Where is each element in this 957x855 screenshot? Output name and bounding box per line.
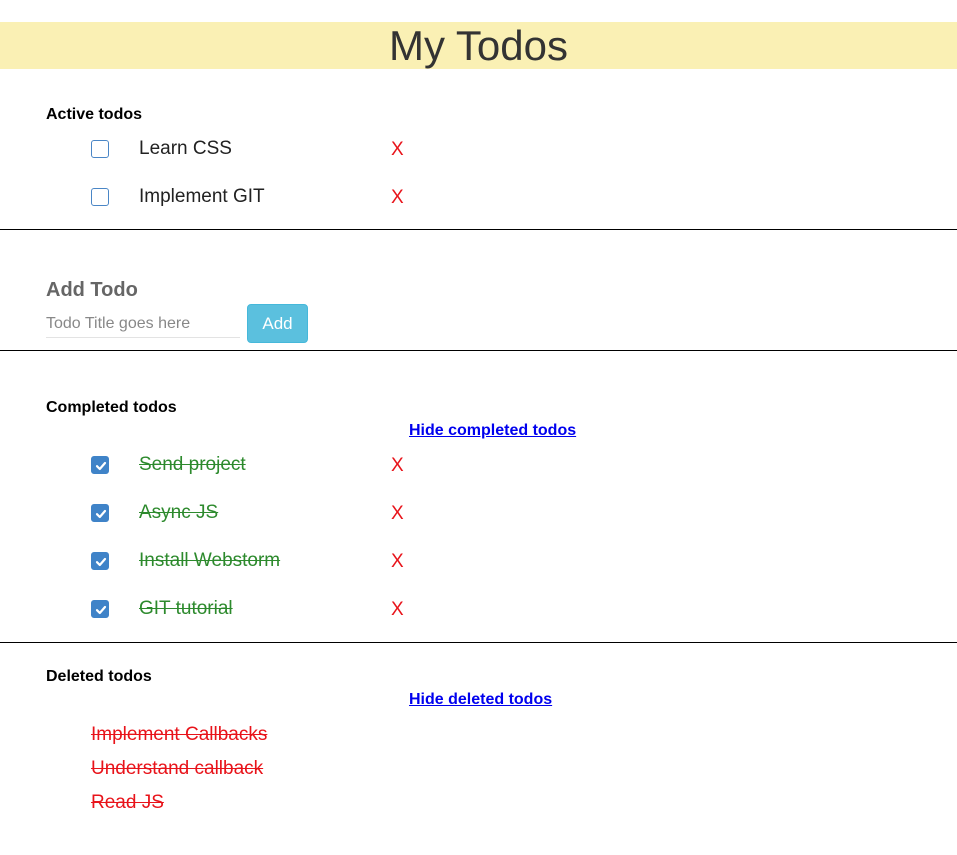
deleted-todo-item: Implement Callbacks: [91, 724, 268, 745]
check-icon: [95, 509, 107, 519]
completed-todo-item: Send project X: [0, 451, 957, 481]
todo-title: Async JS: [139, 502, 219, 523]
section-divider: [0, 229, 957, 230]
todo-checkbox[interactable]: [91, 188, 109, 206]
section-divider: [0, 642, 957, 643]
active-todos-heading: Active todos: [46, 106, 143, 123]
todo-title: Implement GIT: [139, 186, 265, 207]
add-todo-button[interactable]: Add: [247, 304, 308, 343]
todo-title: Send project: [139, 454, 246, 475]
delete-todo-button[interactable]: X: [391, 599, 404, 621]
add-todo-heading: Add Todo: [46, 279, 138, 301]
todo-title-input[interactable]: [46, 311, 240, 338]
header-bar: My Todos: [0, 22, 957, 69]
active-todo-item: Implement GIT X: [0, 183, 957, 213]
page-title: My Todos: [389, 22, 568, 69]
delete-todo-button[interactable]: X: [391, 551, 404, 573]
check-icon: [95, 557, 107, 567]
todo-checkbox-checked[interactable]: [91, 552, 109, 570]
todo-checkbox[interactable]: [91, 140, 109, 158]
todo-checkbox-checked[interactable]: [91, 600, 109, 618]
completed-todo-item: Install Webstorm X: [0, 547, 957, 577]
check-icon: [95, 461, 107, 471]
hide-deleted-link[interactable]: Hide deleted todos: [409, 691, 552, 709]
delete-todo-button[interactable]: X: [391, 455, 404, 477]
delete-todo-button[interactable]: X: [391, 187, 404, 209]
deleted-todo-item: Read JS: [91, 792, 164, 813]
completed-todos-heading: Completed todos: [46, 399, 177, 416]
todo-checkbox-checked[interactable]: [91, 504, 109, 522]
hide-completed-link[interactable]: Hide completed todos: [409, 422, 576, 440]
section-divider: [0, 350, 957, 351]
delete-todo-button[interactable]: X: [391, 503, 404, 525]
completed-todo-item: Async JS X: [0, 499, 957, 529]
deleted-todo-item: Understand callback: [91, 758, 264, 779]
check-icon: [95, 605, 107, 615]
todo-checkbox-checked[interactable]: [91, 456, 109, 474]
deleted-todos-heading: Deleted todos: [46, 668, 152, 685]
todo-title: GIT tutorial: [139, 598, 233, 619]
active-todo-item: Learn CSS X: [0, 135, 957, 165]
completed-todo-item: GIT tutorial X: [0, 595, 957, 625]
todo-title: Learn CSS: [139, 138, 232, 159]
todo-title: Install Webstorm: [139, 550, 281, 571]
delete-todo-button[interactable]: X: [391, 139, 404, 161]
